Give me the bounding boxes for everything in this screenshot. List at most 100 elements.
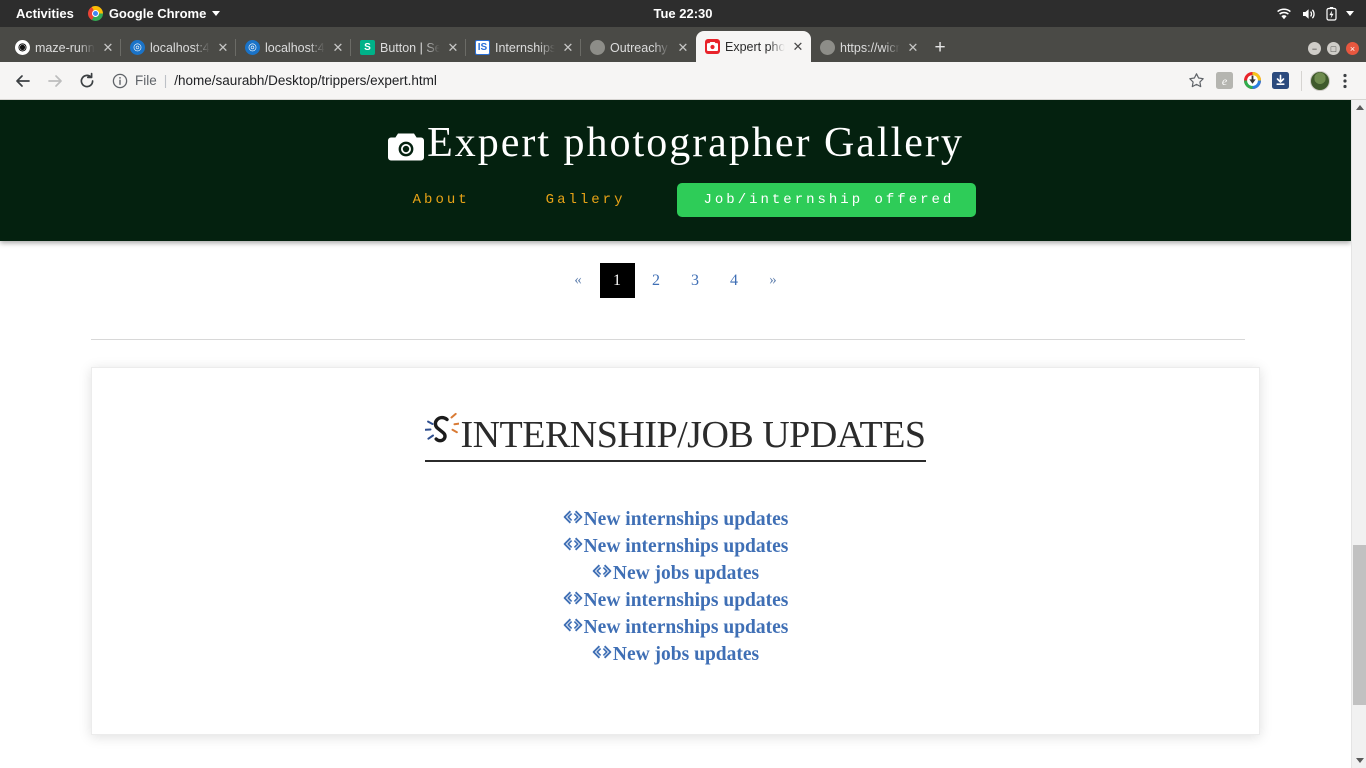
web-page: Expert photographer Gallery About Galler… <box>0 100 1351 768</box>
new-tab-button[interactable]: + <box>926 33 954 62</box>
tab-close-icon[interactable]: ✕ <box>561 41 575 54</box>
updates-heading-text: INTERNSHIP/JOB UPDATES <box>460 414 926 456</box>
window-maximize-button[interactable]: □ <box>1327 42 1340 55</box>
tab-title: https://wicra <box>840 40 901 55</box>
tab-close-icon[interactable]: ✕ <box>791 40 805 53</box>
tab-title: localhost:4200 <box>265 40 326 55</box>
pagination-prev[interactable]: « <box>561 263 596 298</box>
internshala-icon: IS <box>475 40 490 55</box>
tab-close-icon[interactable]: ✕ <box>446 41 460 54</box>
bookmark-star-icon[interactable] <box>1183 68 1209 94</box>
app-menu-chrome[interactable]: Google Chrome <box>82 6 227 21</box>
browser-tab-active[interactable]: Expert photog ✕ <box>696 31 811 62</box>
update-link-label: New internships updates <box>583 509 789 530</box>
update-link[interactable]: New internships updates <box>92 536 1259 558</box>
browser-tab[interactable]: https://wicra ✕ <box>810 33 926 62</box>
chevron-down-icon[interactable] <box>1346 11 1354 16</box>
nav-item-gallery[interactable]: Gallery <box>508 192 664 208</box>
browser-tab-strip: ◉ maze-runnar ✕ ◎ localhost:4200 ✕ ◎ loc… <box>0 27 1366 62</box>
update-link-label: New internships updates <box>583 536 789 557</box>
code-chevrons-icon <box>592 644 612 666</box>
update-link-label: New jobs updates <box>612 644 760 665</box>
pagination-next[interactable]: » <box>756 263 791 298</box>
site-nav: About Gallery Job/internship offered <box>0 183 1351 217</box>
update-link[interactable]: New internships updates <box>92 590 1259 612</box>
avatar[interactable] <box>1310 70 1330 91</box>
tab-title: Expert photog <box>725 39 786 54</box>
tab-close-icon[interactable]: ✕ <box>216 41 230 54</box>
app-menu-label: Google Chrome <box>108 6 207 21</box>
update-link[interactable]: New internships updates <box>92 509 1259 531</box>
browser-tab[interactable]: ◎ localhost:4200 ✕ <box>235 33 351 62</box>
page-scrollbar[interactable] <box>1351 100 1366 768</box>
update-link-label: New jobs updates <box>612 563 760 584</box>
angular-icon: ◎ <box>245 40 260 55</box>
pagination-page-3[interactable]: 3 <box>678 263 713 298</box>
address-bar[interactable]: File | /home/saurabh/Desktop/trippers/ex… <box>112 67 1175 95</box>
tab-close-icon[interactable]: ✕ <box>331 41 345 54</box>
site-info-icon[interactable] <box>112 73 128 89</box>
nav-item-about[interactable]: About <box>375 192 508 208</box>
battery-icon <box>1326 6 1337 21</box>
code-chevrons-icon <box>563 590 583 612</box>
tab-close-icon[interactable]: ✕ <box>101 41 115 54</box>
url-text: /home/saurabh/Desktop/trippers/expert.ht… <box>174 73 437 88</box>
browser-tab[interactable]: IS Internships | ✕ <box>465 33 581 62</box>
site-title-text: Expert photographer Gallery <box>427 120 964 166</box>
updates-list: New internships updates New internships … <box>92 509 1259 666</box>
pagination-page-4[interactable]: 4 <box>717 263 752 298</box>
browser-tab[interactable]: Outreachy | In ✕ <box>580 33 696 62</box>
pagination: « 1 2 3 4 » <box>0 263 1351 298</box>
camera-icon <box>705 39 720 54</box>
generic-page-icon <box>820 40 835 55</box>
nav-item-job-internship-offered[interactable]: Job/internship offered <box>677 183 977 217</box>
toolbar-divider <box>1301 70 1302 91</box>
volume-icon <box>1303 8 1315 19</box>
kebab-menu-icon[interactable] <box>1332 68 1358 94</box>
browser-tab[interactable]: ◉ maze-runnar ✕ <box>6 33 121 62</box>
tab-title: Button | Sem <box>380 40 441 55</box>
update-link[interactable]: New internships updates <box>92 617 1259 639</box>
site-header: Expert photographer Gallery About Galler… <box>0 100 1351 241</box>
scrollbar-thumb[interactable] <box>1353 545 1366 705</box>
pagination-page-1[interactable]: 1 <box>599 263 635 298</box>
window-controls: − □ × <box>1308 42 1366 62</box>
forward-button[interactable] <box>40 66 70 96</box>
updates-heading: INTERNSHIP/JOB UPDATES <box>424 412 926 462</box>
page-viewport: Expert photographer Gallery About Galler… <box>0 100 1366 768</box>
update-link[interactable]: New jobs updates <box>92 563 1259 585</box>
scrollbar-down-button[interactable] <box>1352 753 1366 768</box>
system-tray[interactable] <box>1276 6 1358 21</box>
page-title: Expert photographer Gallery <box>0 122 1351 164</box>
colorpick-extension-icon[interactable] <box>1239 68 1265 94</box>
scrollbar-up-button[interactable] <box>1352 100 1366 115</box>
section-divider <box>91 339 1245 340</box>
url-scheme-label: File <box>135 73 157 88</box>
generic-page-icon <box>590 40 605 55</box>
browser-tab[interactable]: S Button | Sem ✕ <box>350 33 466 62</box>
updates-card: INTERNSHIP/JOB UPDATES New internships u… <box>91 367 1260 735</box>
wifi-icon <box>1277 8 1291 19</box>
tab-close-icon[interactable]: ✕ <box>906 41 920 54</box>
gnome-top-bar: Activities Google Chrome Tue 22:30 <box>0 0 1366 27</box>
activities-button[interactable]: Activities <box>8 6 82 21</box>
update-link[interactable]: New jobs updates <box>92 644 1259 666</box>
semantic-ui-icon: S <box>360 40 375 55</box>
window-minimize-button[interactable]: − <box>1308 42 1321 55</box>
github-icon: ◉ <box>15 40 30 55</box>
tab-title: Outreachy | In <box>610 40 671 55</box>
camera-icon <box>387 128 425 161</box>
downloader-extension-icon[interactable] <box>1267 68 1293 94</box>
update-link-label: New internships updates <box>583 590 789 611</box>
url-separator: | <box>163 73 168 88</box>
pagination-page-2[interactable]: 2 <box>639 263 674 298</box>
reload-button[interactable] <box>72 66 102 96</box>
code-chevrons-icon <box>563 536 583 558</box>
back-button[interactable] <box>8 66 38 96</box>
update-link-label: New internships updates <box>583 617 789 638</box>
browser-tab[interactable]: ◎ localhost:4200 ✕ <box>120 33 236 62</box>
evernote-extension-icon[interactable]: e <box>1211 68 1237 94</box>
chrome-logo-icon <box>87 6 103 21</box>
window-close-button[interactable]: × <box>1346 42 1359 55</box>
tab-close-icon[interactable]: ✕ <box>676 41 690 54</box>
